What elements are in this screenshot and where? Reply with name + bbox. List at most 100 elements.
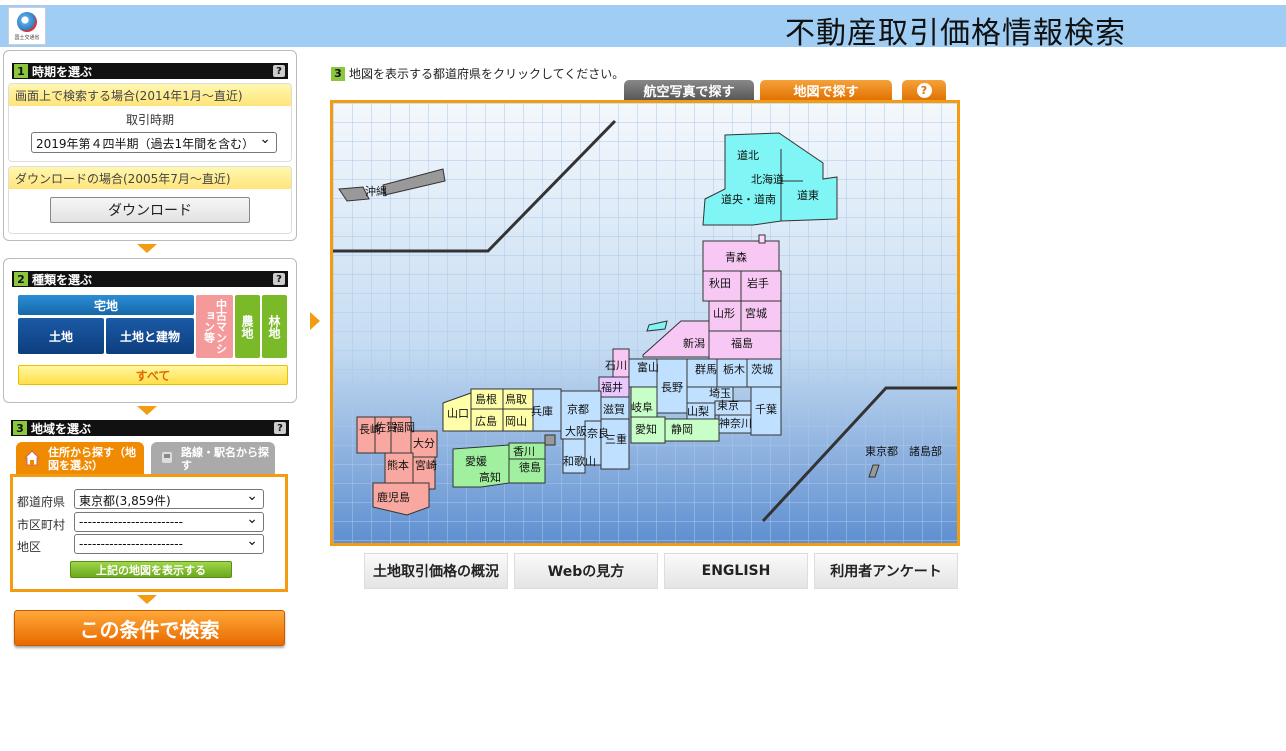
label-kochi[interactable]: 高知 <box>479 470 501 484</box>
label-okinawa[interactable]: 沖縄 <box>365 184 387 198</box>
tab-map-search[interactable]: 地図で探す <box>760 80 892 101</box>
label-kanagawa[interactable]: 神奈川 <box>719 416 752 430</box>
mansion-button[interactable]: 中古マンション等 <box>196 295 233 358</box>
label-kagoshima[interactable]: 鹿児島 <box>377 490 410 504</box>
label-chiba[interactable]: 千葉 <box>755 402 777 416</box>
region-panel-title: 地域を選ぶ <box>31 421 92 436</box>
label-oita[interactable]: 大分 <box>413 436 435 450</box>
label-aomori[interactable]: 青森 <box>725 250 747 264</box>
label-dohoku[interactable]: 道北 <box>737 148 759 162</box>
label-saitama[interactable]: 埼玉 <box>709 386 731 400</box>
tochi-button[interactable]: 土地 <box>18 318 104 354</box>
label-nara[interactable]: 奈良 <box>587 426 609 440</box>
period-panel: 1 時期を選ぶ ? 画面上で検索する場合(2014年1月～直近) 取引時期 20… <box>3 50 297 241</box>
label-doo[interactable]: 道央・道南 <box>721 192 776 206</box>
overview-button[interactable]: 土地取引価格の概況 <box>364 553 508 589</box>
label-fukui[interactable]: 福井 <box>601 380 623 394</box>
step-number: 2 <box>14 272 28 286</box>
logo-emblem-icon <box>17 11 37 32</box>
label-kagawa[interactable]: 香川 <box>513 445 535 458</box>
label-aichi[interactable]: 愛知 <box>635 422 657 436</box>
search-button[interactable]: この条件で検索 <box>14 610 285 646</box>
ministry-logo[interactable]: 国土交通省 <box>8 7 46 45</box>
region-panel-header: 3 地域を選ぶ ? <box>11 420 289 436</box>
label-miyagi[interactable]: 宮城 <box>745 306 767 320</box>
arrow-down-icon <box>137 595 157 604</box>
label-tokyo-islands[interactable]: 東京都 諸島部 <box>865 444 942 458</box>
howto-button[interactable]: Webの見方 <box>514 553 658 589</box>
label-yamanashi[interactable]: 山梨 <box>687 404 709 418</box>
label-tokushima[interactable]: 徳島 <box>519 460 541 474</box>
page-title: 不動産取引価格情報検索 <box>785 16 1126 51</box>
tochi-tatemono-button[interactable]: 土地と建物 <box>106 318 194 354</box>
label-ibaraki[interactable]: 茨城 <box>751 362 773 376</box>
label-hiroshima[interactable]: 広島 <box>475 414 497 428</box>
label-kumamoto[interactable]: 熊本 <box>387 458 409 472</box>
tab-address-label: 住所から探す（地図を選ぶ） <box>48 446 136 472</box>
label-akita[interactable]: 秋田 <box>709 276 731 290</box>
help-icon[interactable]: ? <box>273 273 285 285</box>
period-label: 取引時期 <box>125 113 174 127</box>
logo-text: 国土交通省 <box>14 34 40 41</box>
label-hokkaido[interactable]: 北海道 <box>751 172 784 186</box>
download-button[interactable]: ダウンロード <box>50 197 250 223</box>
label-hyogo[interactable]: 兵庫 <box>531 404 553 418</box>
all-types-button[interactable]: すべて <box>18 365 288 385</box>
label-yamaguchi[interactable]: 山口 <box>447 407 469 420</box>
label-okayama[interactable]: 岡山 <box>505 415 527 428</box>
label-gunma[interactable]: 群馬 <box>695 362 717 376</box>
label-gifu[interactable]: 岐阜 <box>631 401 653 414</box>
map-help-label: ? <box>916 83 932 98</box>
label-wakayama[interactable]: 和歌山 <box>563 454 596 468</box>
label-nagano[interactable]: 長野 <box>661 381 683 394</box>
tab-address-search[interactable]: 住所から探す（地図を選ぶ） <box>16 442 144 474</box>
japan-map: 道北 北海道 道央・道南 道東 青森 秋田 岩手 山形 宮城 新潟 福島 石川 … <box>330 100 960 546</box>
label-shimane[interactable]: 島根 <box>475 392 497 406</box>
label-tokyo[interactable]: 東京 <box>717 398 739 412</box>
label-shizuoka[interactable]: 静岡 <box>671 422 693 436</box>
takuchi-button[interactable]: 宅地 <box>18 295 194 315</box>
nouchi-button[interactable]: 農地 <box>235 295 260 358</box>
tab-aerial-photo[interactable]: 航空写真で探す <box>624 80 754 101</box>
arrow-down-icon <box>137 406 157 415</box>
type-grid: 宅地 土地 土地と建物 中古マンション等 農地 林地 すべて <box>4 293 296 393</box>
step-number: 3 <box>13 421 27 435</box>
map-help-icon[interactable]: ? <box>902 80 946 101</box>
english-button[interactable]: ENGLISH <box>664 553 808 589</box>
pref-select[interactable]: 東京都(3,859件) <box>74 488 264 509</box>
label-dotou[interactable]: 道東 <box>797 188 819 202</box>
type-panel-header: 2 種類を選ぶ ? <box>12 271 288 287</box>
train-icon <box>162 452 172 463</box>
region-selector-box: 都道府県 東京都(3,859件) 市区町村 ------------------… <box>10 474 288 592</box>
label-nagasaki[interactable]: 長崎 <box>359 422 381 436</box>
step-number: 3 <box>331 66 345 81</box>
show-map-button[interactable]: 上記の地図を表示する <box>70 561 232 578</box>
label-kyoto[interactable]: 京都 <box>567 402 589 416</box>
screen-search-box: 画面上で検索する場合(2014年1月～直近) 取引時期 2019年第４四半期（過… <box>8 83 292 162</box>
label-ehime[interactable]: 愛媛 <box>465 454 487 468</box>
survey-button[interactable]: 利用者アンケート <box>814 553 958 589</box>
period-select[interactable]: 2019年第４四半期（過去1年間を含む） <box>31 131 277 153</box>
tab-station-search[interactable]: 路線・駅名から探す <box>151 442 275 474</box>
label-yamagata[interactable]: 山形 <box>713 307 735 320</box>
period-panel-header: 1 時期を選ぶ ? <box>12 63 288 79</box>
help-icon[interactable]: ? <box>274 422 286 434</box>
label-ishikawa[interactable]: 石川 <box>605 359 627 372</box>
label-fukushima[interactable]: 福島 <box>731 336 753 350</box>
label-tottori[interactable]: 鳥取 <box>505 392 527 406</box>
label-miyazaki[interactable]: 宮崎 <box>415 458 437 472</box>
help-icon[interactable]: ? <box>273 65 285 77</box>
rinchi-button[interactable]: 林地 <box>262 295 287 358</box>
label-shiga[interactable]: 滋賀 <box>603 403 625 416</box>
district-select[interactable]: ------------------------ <box>74 533 264 554</box>
label-niigata[interactable]: 新潟 <box>683 336 705 350</box>
city-select[interactable]: ------------------------ <box>74 511 264 532</box>
district-select-value: ------------------------ <box>79 537 183 551</box>
district-label: 地区 <box>17 540 42 554</box>
label-osaka[interactable]: 大阪 <box>565 424 587 438</box>
label-iwate[interactable]: 岩手 <box>747 276 769 290</box>
label-tochigi[interactable]: 栃木 <box>723 362 745 376</box>
label-toyama[interactable]: 富山 <box>637 360 659 374</box>
arrow-down-icon <box>137 244 157 253</box>
type-panel: 2 種類を選ぶ ? 宅地 土地 土地と建物 中古マンション等 農地 林地 すべて <box>3 258 297 403</box>
